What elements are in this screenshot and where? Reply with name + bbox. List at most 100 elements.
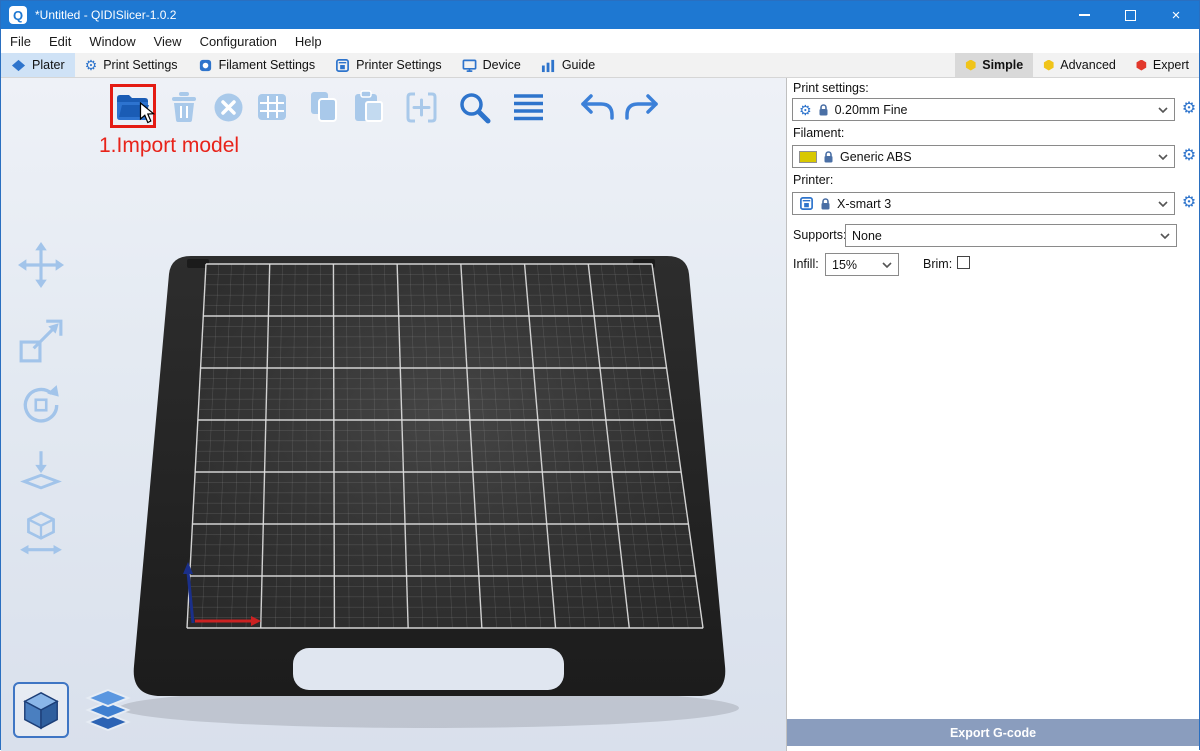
menu-view[interactable]: View <box>145 29 191 53</box>
tab-guide[interactable]: Guide <box>531 53 605 77</box>
menu-window[interactable]: Window <box>80 29 144 53</box>
arrange-button[interactable] <box>252 88 292 126</box>
search-button[interactable] <box>454 88 494 126</box>
mode-switcher: Simple Advanced Expert <box>955 53 1199 77</box>
supports-value: None <box>852 229 882 243</box>
guide-bars-icon <box>541 58 556 73</box>
tab-printer-settings[interactable]: Printer Settings <box>325 53 451 77</box>
paste-button[interactable] <box>349 88 389 126</box>
tab-print-settings[interactable]: ⚙ Print Settings <box>75 53 188 77</box>
print-settings-value: 0.20mm Fine <box>835 103 908 117</box>
tab-filament-settings[interactable]: Filament Settings <box>188 53 326 77</box>
chevron-down-icon <box>1158 107 1168 113</box>
tab-print-settings-label: Print Settings <box>103 58 177 72</box>
infill-value: 15% <box>832 258 857 272</box>
export-gcode-button[interactable]: Export G-code <box>787 719 1199 746</box>
delete-button[interactable] <box>163 88 203 126</box>
mode-expert-label: Expert <box>1153 58 1189 72</box>
top-toolbar <box>113 87 662 127</box>
delete-all-button[interactable] <box>208 88 248 126</box>
tab-device-label: Device <box>483 58 521 72</box>
infill-label: Infill: <box>793 257 819 271</box>
expert-mode-dot-icon <box>1136 60 1147 71</box>
chevron-down-icon <box>882 262 892 268</box>
simple-mode-dot-icon <box>965 60 976 71</box>
rotate-button[interactable] <box>17 381 65 429</box>
close-button[interactable]: × <box>1153 1 1199 29</box>
redo-icon <box>624 93 660 121</box>
settings-sidebar: Print settings: ⚙ 0.20mm Fine ⚙ Filament… <box>786 78 1199 751</box>
copy-button[interactable] <box>304 88 344 126</box>
lock-icon <box>818 103 829 116</box>
supports-combo[interactable]: None <box>845 224 1177 247</box>
scale-icon <box>18 318 64 364</box>
chevron-down-icon <box>1160 233 1170 239</box>
content-area: 1.Import model <box>1 78 1199 749</box>
minimize-button[interactable] <box>1061 1 1107 29</box>
mouse-cursor <box>139 102 156 130</box>
printer-value: X-smart 3 <box>837 197 891 211</box>
delete-icon <box>168 91 199 124</box>
printer-bed <box>1 78 786 751</box>
copy-icon <box>309 90 339 124</box>
mode-simple[interactable]: Simple <box>955 53 1033 77</box>
tabbar: Plater ⚙ Print Settings Filament Setting… <box>1 53 1199 78</box>
delete-all-icon <box>213 92 244 123</box>
app-logo-icon: Q <box>9 6 27 24</box>
filament-combo[interactable]: Generic ABS <box>792 145 1175 168</box>
menu-file[interactable]: File <box>1 29 40 53</box>
print-settings-label: Print settings: <box>793 81 869 95</box>
chevron-down-icon <box>1158 154 1168 160</box>
filament-icon <box>198 58 213 73</box>
tab-guide-label: Guide <box>562 58 595 72</box>
3d-viewport[interactable]: 1.Import model <box>1 78 786 751</box>
place-on-face-button[interactable] <box>17 445 65 493</box>
supports-label: Supports: <box>793 228 847 242</box>
3d-view-cube-icon <box>20 689 62 731</box>
3d-editor-view-button[interactable] <box>13 682 69 738</box>
mode-advanced[interactable]: Advanced <box>1033 53 1126 77</box>
menubar: File Edit Window View Configuration Help <box>1 29 1199 53</box>
menu-configuration[interactable]: Configuration <box>191 29 286 53</box>
redo-button[interactable] <box>622 88 662 126</box>
measure-button[interactable] <box>17 509 65 557</box>
arrange-icon <box>256 92 288 122</box>
advanced-mode-dot-icon <box>1043 60 1054 71</box>
scale-button[interactable] <box>17 317 65 365</box>
gizmo-toolbar <box>13 241 69 557</box>
filament-value: Generic ABS <box>840 150 912 164</box>
undo-button[interactable] <box>577 88 617 126</box>
device-monitor-icon <box>462 58 477 73</box>
filament-label: Filament: <box>793 126 844 140</box>
undo-icon <box>579 93 615 121</box>
printer-gear-button[interactable]: ⚙ <box>1179 193 1199 213</box>
bed-handle-cutout <box>293 648 564 690</box>
variable-layer-height-icon <box>512 92 545 122</box>
printer-label: Printer: <box>793 173 833 187</box>
filament-gear-button[interactable]: ⚙ <box>1179 146 1199 166</box>
brim-checkbox[interactable] <box>957 256 970 269</box>
layers-preview-button[interactable] <box>83 686 133 736</box>
menu-edit[interactable]: Edit <box>40 29 80 53</box>
move-button[interactable] <box>17 241 65 289</box>
split-objects-button[interactable] <box>401 88 441 126</box>
print-settings-combo[interactable]: ⚙ 0.20mm Fine <box>792 98 1175 121</box>
menu-help[interactable]: Help <box>286 29 331 53</box>
variable-layer-height-button[interactable] <box>508 88 548 126</box>
printer-icon <box>799 196 814 211</box>
infill-combo[interactable]: 15% <box>825 253 899 276</box>
printer-combo[interactable]: X-smart 3 <box>792 192 1175 215</box>
gear-icon: ⚙ <box>799 103 812 117</box>
app-window: Q *Untitled - QIDISlicer-1.0.2 × File Ed… <box>0 0 1200 750</box>
chevron-down-icon <box>1158 201 1168 207</box>
layers-preview-icon <box>85 688 131 734</box>
filament-color-swatch <box>799 151 817 163</box>
window-controls: × <box>1061 1 1199 29</box>
maximize-button[interactable] <box>1107 1 1153 29</box>
mode-expert[interactable]: Expert <box>1126 53 1199 77</box>
search-icon <box>458 91 491 124</box>
print-settings-gear-button[interactable]: ⚙ <box>1179 99 1199 119</box>
tab-plater[interactable]: Plater <box>1 53 75 77</box>
tab-device[interactable]: Device <box>452 53 531 77</box>
tab-filament-settings-label: Filament Settings <box>219 58 316 72</box>
